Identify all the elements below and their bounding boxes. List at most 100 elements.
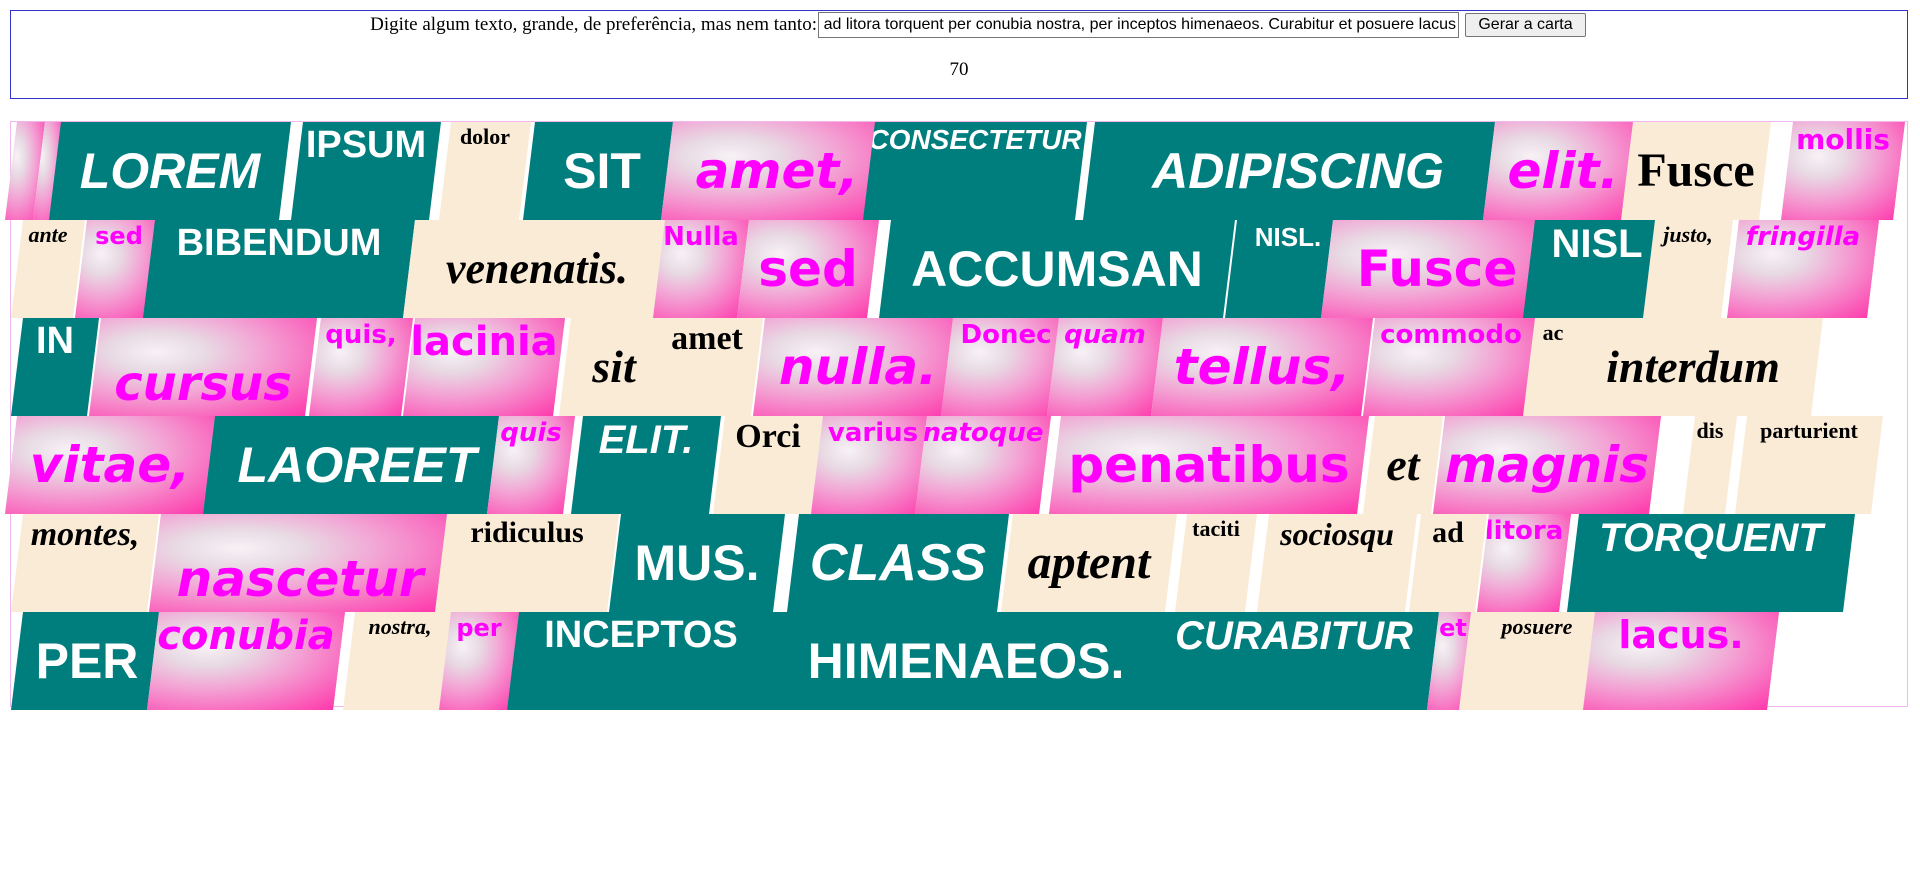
word-text: sed (95, 222, 143, 250)
word-text: dis (1696, 418, 1724, 443)
word-text: CURABITUR (1175, 614, 1413, 658)
word-count: 70 (949, 59, 969, 80)
word-text: Donec (960, 320, 1052, 350)
word-text: natoque (922, 418, 1044, 448)
word-tile: natoque (915, 416, 1051, 514)
word-tile: elit. (1483, 122, 1643, 220)
word-tile: ridiculus (435, 514, 619, 612)
word-tile: SIT (523, 122, 681, 220)
word-tile: ELIT. (571, 416, 721, 514)
word-text: IPSUM (305, 124, 427, 166)
word-tile: quis (487, 416, 575, 514)
word-text: litora (1484, 516, 1564, 546)
word-tile: quis, (309, 318, 413, 416)
text-prompt-label: Digite algum texto, grande, de preferênc… (370, 14, 817, 35)
word-text: nostra, (368, 614, 432, 639)
word-text: venenatis. (445, 244, 629, 293)
word-tile: nulla. (753, 318, 963, 416)
word-tile: sociosqu (1257, 514, 1417, 612)
word-text: ante (28, 222, 68, 247)
word-tile: dolor (439, 122, 531, 220)
word-tile: montes, (11, 514, 159, 612)
word-text: IN (36, 320, 74, 362)
word-tile: lacinia (403, 318, 565, 416)
word-tile: CURABITUR (1147, 612, 1441, 710)
word-text: fringilla (1745, 222, 1861, 252)
word-text: ELIT. (598, 418, 694, 462)
word-text: vitae, (29, 436, 191, 494)
word-tile: LOREM (49, 122, 291, 220)
word-text: sed (758, 240, 858, 298)
word-tile: mollis (1781, 122, 1905, 220)
word-text: mollis (1796, 123, 1890, 156)
word-tile: varius (811, 416, 935, 514)
word-tile: taciti (1175, 514, 1257, 612)
word-text: dolor (459, 124, 511, 149)
word-text: quam (1064, 320, 1146, 350)
word-tile: venenatis. (403, 220, 671, 318)
word-text: quis (500, 418, 562, 448)
word-tile: ACCUMSAN (879, 220, 1235, 318)
word-tile: sit (559, 318, 669, 416)
word-text: montes, (30, 516, 140, 553)
word-text: tellus, (1173, 338, 1351, 396)
word-text: quis, (325, 320, 397, 350)
word-tile: commodo (1363, 318, 1539, 416)
word-text: per (456, 614, 502, 642)
word-text: amet, (695, 142, 859, 200)
word-tile: BIBENDUM (143, 220, 415, 318)
word-tile: nascetur (149, 514, 451, 612)
word-text: cursus (114, 356, 292, 412)
word-tile: amet (651, 318, 763, 416)
word-text: justo, (1663, 222, 1713, 247)
word-tile: nostra, (343, 612, 457, 710)
word-tile: CLASS (787, 514, 1009, 612)
word-tile: parturient (1735, 416, 1883, 514)
control-panel: Digite algum texto, grande, de preferênc… (10, 10, 1908, 99)
word-text: TORQUENT (1599, 516, 1823, 560)
word-text: lacus. (1618, 613, 1744, 657)
word-text: magnis (1444, 436, 1650, 494)
word-text: amet (671, 320, 743, 357)
generate-card-button[interactable]: Gerar a carta (1465, 13, 1586, 37)
word-text: lacinia (410, 319, 558, 365)
word-tile: HIMENAEOS. (755, 612, 1177, 710)
word-tile: CONSECTETUR (863, 122, 1087, 220)
word-text: varius (827, 418, 919, 448)
word-text: et (1386, 439, 1420, 490)
word-tile: IPSUM (291, 122, 441, 220)
word-text: taciti (1192, 516, 1240, 541)
word-tile: conubia (147, 612, 345, 710)
word-text: ACCUMSAN (911, 241, 1203, 297)
word-tile: MUS. (609, 514, 785, 612)
text-input[interactable] (818, 12, 1459, 38)
word-text: CLASS (809, 534, 987, 592)
word-text: LOREM (79, 143, 261, 199)
word-tile: PER (11, 612, 163, 710)
word-tile: quam (1047, 318, 1163, 416)
word-tile: Nulla (653, 220, 749, 318)
word-tile: ADIPISCING (1083, 122, 1513, 220)
word-text: Fusce (1356, 240, 1518, 298)
word-card: LOREM IPSUM dolor SIT amet, CONSECTETUR ADIPIS… (10, 121, 1908, 707)
word-text: BIBENDUM (176, 222, 382, 264)
word-text: commodo (1380, 320, 1522, 350)
word-text: parturient (1760, 418, 1858, 443)
word-tile: Fusce (1621, 122, 1771, 220)
word-tile: per (439, 612, 519, 710)
word-text: elit. (1507, 142, 1619, 200)
word-text: CONSECTETUR (868, 124, 1082, 155)
word-tile: magnis (1433, 416, 1661, 514)
word-tile: IN (11, 318, 99, 416)
word-tile: ad (1409, 514, 1487, 612)
word-text: aptent (1027, 536, 1151, 589)
word-tile: tellus, (1151, 318, 1373, 416)
word-tile: fringilla (1727, 220, 1879, 318)
word-text: interdum (1606, 341, 1780, 392)
word-tile: lacus. (1583, 612, 1779, 710)
word-text: NISL (1551, 222, 1643, 266)
word-tile: justo, (1643, 220, 1733, 318)
word-text: LAOREET (237, 437, 477, 493)
word-text: INCEPTOS (544, 614, 738, 656)
word-text: ridiculus (470, 516, 584, 549)
